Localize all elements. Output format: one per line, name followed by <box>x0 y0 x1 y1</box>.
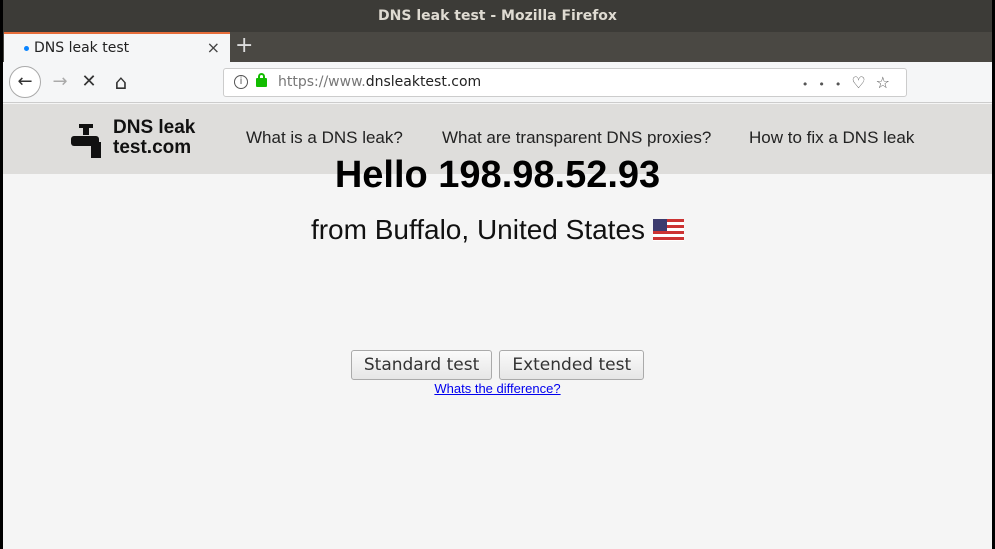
whats-the-difference-link[interactable]: Whats the difference? <box>3 381 992 396</box>
hello-ip-heading: Hello 198.98.52.93 <box>334 154 661 196</box>
pocket-icon[interactable]: ♡ <box>851 73 875 92</box>
us-flag-icon <box>653 219 685 241</box>
close-tab-icon[interactable]: × <box>207 34 220 62</box>
stop-button[interactable]: ✕ <box>74 67 104 97</box>
navigation-bar: ← → ✕ ⌂ i https://www.dnsleaktest.com ••… <box>3 62 992 103</box>
url-bar[interactable]: i https://www.dnsleaktest.com •••♡☆ <box>223 68 907 97</box>
window-title: DNS leak test - Mozilla Firefox <box>3 0 992 32</box>
loading-dot-icon <box>24 46 29 51</box>
nav-what-is-dns-leak[interactable]: What is a DNS leak? <box>246 128 403 148</box>
more-actions-icon[interactable]: ••• <box>802 78 851 91</box>
url-domain: dnsleaktest.com <box>365 74 482 90</box>
nav-fix-dns-leak[interactable]: How to fix a DNS leak <box>749 128 914 148</box>
new-tab-button[interactable]: + <box>235 32 253 60</box>
tab-dns-leak-test[interactable]: DNS leak test × <box>4 32 230 62</box>
location-label: from Buffalo, United States <box>310 214 646 245</box>
bookmark-star-icon[interactable]: ☆ <box>876 73 900 92</box>
info-icon[interactable]: i <box>234 75 248 89</box>
location-text: from Buffalo, United States <box>3 214 992 246</box>
extended-test-button[interactable]: Extended test <box>499 350 645 380</box>
tab-bar: DNS leak test × + <box>3 32 992 62</box>
tab-label: DNS leak test <box>34 40 130 56</box>
faucet-icon <box>71 124 101 158</box>
page-content: DNS leak test.com What is a DNS leak? Wh… <box>3 104 992 549</box>
lock-icon <box>256 73 267 87</box>
forward-button[interactable]: → <box>45 67 75 97</box>
nav-transparent-dns-proxies[interactable]: What are transparent DNS proxies? <box>442 128 711 148</box>
home-button[interactable]: ⌂ <box>106 67 136 97</box>
standard-test-button[interactable]: Standard test <box>350 350 493 380</box>
url-prefix: https://www. <box>278 74 366 90</box>
logo-line1: DNS leak <box>113 117 196 138</box>
browser-window: DNS leak test - Mozilla Firefox DNS leak… <box>3 0 992 549</box>
back-button[interactable]: ← <box>9 66 41 98</box>
site-logo[interactable]: DNS leak test.com <box>71 118 195 158</box>
